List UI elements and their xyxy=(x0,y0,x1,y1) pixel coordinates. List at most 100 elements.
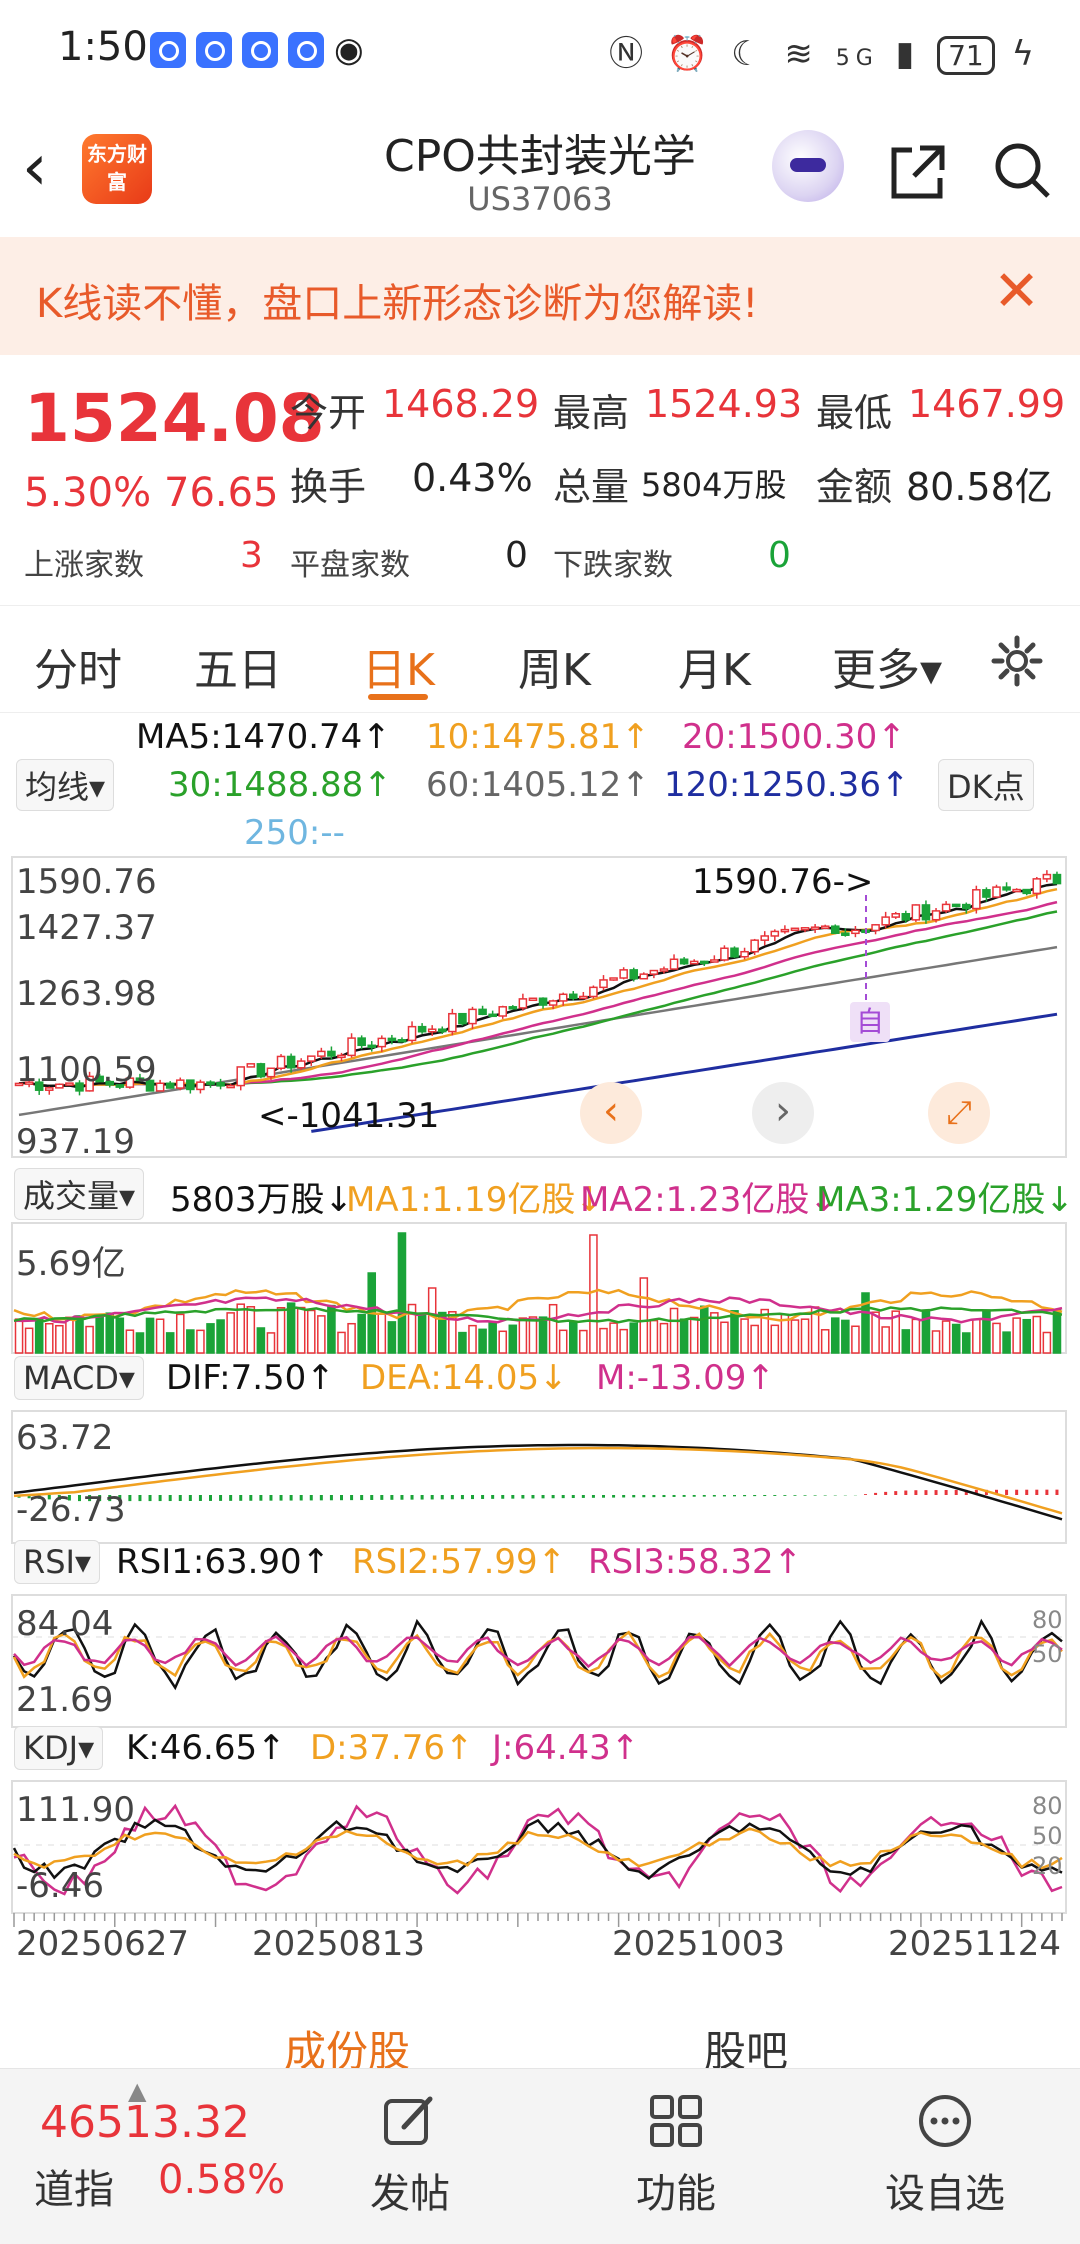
high-marker: 1590.76-> xyxy=(692,862,874,902)
candle-body xyxy=(276,1055,286,1070)
date-label: 20250813 xyxy=(252,1924,426,1964)
kdj-d: D:37.76↑ xyxy=(310,1728,474,1768)
candle-body xyxy=(568,993,578,1000)
macd-selector[interactable]: MACD▾ xyxy=(14,1356,144,1400)
volume-bar xyxy=(55,1324,64,1354)
close-icon[interactable]: ✕ xyxy=(993,259,1040,324)
volume-bar xyxy=(941,1320,951,1354)
candle-body xyxy=(760,935,770,941)
promo-banner[interactable]: K线读不懂，盘口上新形态诊断为您解读! ✕ xyxy=(0,237,1080,355)
kdj-k-line xyxy=(12,1818,1063,1880)
volume-bar xyxy=(750,1324,759,1354)
volume-bar xyxy=(24,1327,34,1354)
settings-icon[interactable] xyxy=(990,634,1044,688)
candle-body xyxy=(1012,888,1021,893)
volume-bar xyxy=(14,1318,24,1354)
functions-button[interactable]: 功能 xyxy=(626,2091,726,2219)
volume-bar xyxy=(820,1329,830,1354)
macd-dea-line xyxy=(13,1446,1063,1515)
low-label: 最低 xyxy=(816,391,893,435)
volume-bar xyxy=(458,1331,467,1354)
candle-body xyxy=(1002,886,1011,891)
volume-bar xyxy=(1022,1318,1032,1354)
header: ‹ 东方财富 CPO共封装光学 US37063 xyxy=(0,100,1080,235)
volume-bar xyxy=(397,1232,407,1354)
candle-body xyxy=(609,977,618,981)
search-icon[interactable] xyxy=(990,138,1054,202)
post-button[interactable]: 发帖 xyxy=(360,2091,460,2219)
candle-body xyxy=(921,904,931,921)
candle-body xyxy=(629,969,639,980)
fullscreen-icon[interactable]: ⤢ xyxy=(928,1082,990,1144)
candle-body xyxy=(679,958,689,965)
tab-daily-k[interactable]: 日K xyxy=(362,634,435,698)
volume-bar xyxy=(851,1325,860,1354)
kline-chart[interactable] xyxy=(0,855,1080,1975)
volume-bar xyxy=(286,1302,296,1354)
assistant-avatar[interactable] xyxy=(772,130,844,202)
kdj-frame xyxy=(11,1780,1067,1914)
candle-body xyxy=(216,1082,225,1087)
tab-monthly-k[interactable]: 月K xyxy=(678,634,751,698)
volume-current: 5803万股↓ xyxy=(170,1180,354,1220)
date-label: 20250627 xyxy=(16,1924,190,1964)
candle-body xyxy=(720,947,729,961)
volume-bar xyxy=(629,1322,639,1354)
volume-bar xyxy=(357,1313,366,1354)
dk-point-button[interactable]: DK点 xyxy=(938,759,1034,811)
volume-value: 5804万股 xyxy=(641,466,787,504)
prev-icon[interactable]: ‹ xyxy=(580,1082,642,1144)
candle-body xyxy=(851,929,860,935)
share-icon[interactable] xyxy=(886,140,950,204)
last-price: 1524.08 xyxy=(24,380,325,457)
tab-intraday[interactable]: 分时 xyxy=(34,634,122,698)
rsi-selector[interactable]: RSI▾ xyxy=(14,1540,101,1584)
candle-body xyxy=(186,1079,195,1091)
volume-bar xyxy=(347,1322,356,1354)
nfc-icon: Ⓝ xyxy=(609,34,650,74)
post-label: 发帖 xyxy=(370,2171,450,2217)
volume-bar xyxy=(165,1332,175,1354)
volume-bar xyxy=(44,1322,54,1354)
tab-more[interactable]: 更多▾ xyxy=(832,634,942,698)
volume-bar xyxy=(770,1324,780,1354)
tab-five-day[interactable]: 五日 xyxy=(194,634,282,698)
volume-bar xyxy=(982,1310,991,1354)
volume-y-top: 5.69亿 xyxy=(16,1244,126,1284)
amount-value: 80.58亿 xyxy=(906,465,1053,509)
date-label: 20251124 xyxy=(888,1924,1062,1964)
volume-bar xyxy=(538,1316,548,1354)
candle-body xyxy=(407,1025,417,1042)
index-name: 道指 xyxy=(34,2167,114,2213)
volume-ma2: MA2:1.23亿股↓ xyxy=(580,1180,838,1220)
period-tabs: 分时 五日 日K 周K 月K 更多▾ xyxy=(0,605,1080,710)
candle-body xyxy=(246,1063,256,1068)
candle-body xyxy=(256,1063,266,1078)
candle-body xyxy=(800,927,810,931)
kdj-selector[interactable]: KDJ▾ xyxy=(14,1726,104,1770)
self-marker[interactable]: 自 xyxy=(850,1002,890,1042)
macd-y-bottom: -26.73 xyxy=(16,1490,126,1530)
ma-selector[interactable]: 均线▾ xyxy=(16,759,115,811)
volume-bar xyxy=(488,1322,497,1354)
macd-frame xyxy=(11,1410,1067,1544)
status-time: 1:50 xyxy=(58,24,148,70)
up-count-label: 上涨家数 xyxy=(24,548,144,583)
next-icon[interactable]: › xyxy=(752,1082,814,1144)
volume-bar xyxy=(579,1329,588,1354)
alarm-icon: ⏰ xyxy=(665,34,715,74)
volume-bar xyxy=(679,1318,689,1354)
kline-y-3: 1263.98 xyxy=(16,974,157,1014)
index-value[interactable]: 46513.32 xyxy=(40,2097,250,2148)
candle-body xyxy=(397,1039,407,1043)
tab-weekly-k[interactable]: 周K xyxy=(518,634,591,698)
ma120-label: 120:1250.36↑ xyxy=(664,765,910,805)
volume-selector[interactable]: 成交量▾ xyxy=(14,1168,145,1220)
candle-body xyxy=(387,1037,397,1042)
candle-body xyxy=(296,1060,306,1069)
candle-body xyxy=(478,1008,487,1016)
candle-body xyxy=(548,1000,558,1006)
flat-count: 0 xyxy=(505,535,528,576)
add-watchlist-button[interactable]: 设自选 xyxy=(880,2091,1010,2219)
down-count-label: 下跌家数 xyxy=(553,548,673,583)
